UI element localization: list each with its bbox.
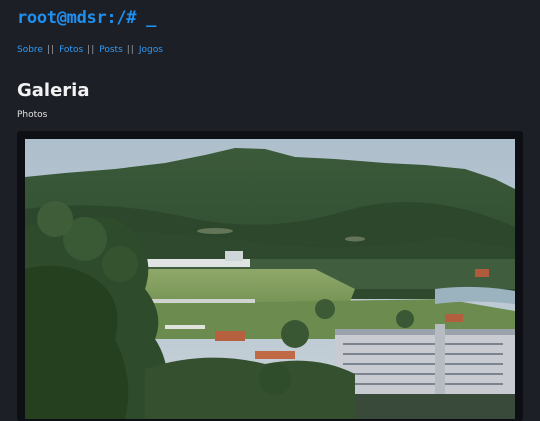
nav-link-sobre[interactable]: Sobre — [17, 45, 43, 55]
nav-link-posts[interactable]: Posts — [99, 45, 123, 55]
page-title: Galeria — [17, 80, 90, 101]
main-nav: Sobre || Fotos || Posts || Jogos — [17, 45, 163, 55]
nav-link-fotos[interactable]: Fotos — [59, 45, 83, 55]
gallery-photo[interactable] — [25, 139, 515, 419]
nav-separator: || — [46, 45, 56, 55]
landscape-photo-image — [25, 139, 515, 419]
page-subtitle: Photos — [17, 110, 48, 120]
gallery-photo-card[interactable] — [17, 131, 523, 421]
site-title-link[interactable]: root@mdsr:/# _ — [17, 8, 156, 28]
nav-separator: || — [87, 45, 96, 55]
nav-separator: || — [126, 45, 135, 55]
nav-link-jogos[interactable]: Jogos — [139, 45, 163, 55]
